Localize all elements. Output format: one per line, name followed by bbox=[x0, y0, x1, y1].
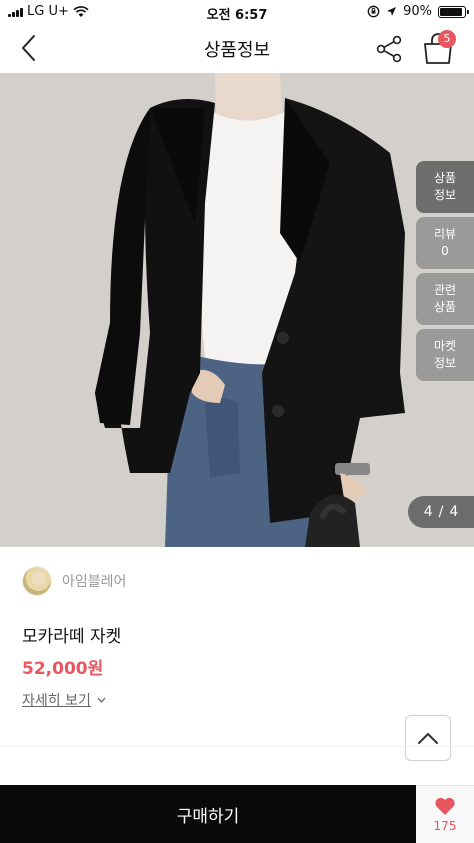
side-tab-menu: 상품 정보 리뷰 0 관련 상품 마켓 정보 bbox=[416, 161, 474, 385]
side-tab-label: 상품 bbox=[433, 171, 457, 185]
buy-button[interactable]: 구매하기 bbox=[0, 785, 416, 843]
battery-icon bbox=[438, 5, 469, 18]
seller-name: 아임블레어 bbox=[62, 574, 127, 590]
nav-bar: 상품정보 5 bbox=[0, 24, 474, 72]
side-tab-review-count: 0 bbox=[441, 244, 449, 258]
image-page-counter: 4 / 4 bbox=[408, 496, 474, 528]
cart-count-badge: 5 bbox=[438, 30, 456, 48]
like-count: 175 bbox=[433, 819, 457, 833]
side-tab-label: 정보 bbox=[433, 356, 457, 370]
seller-avatar bbox=[22, 566, 52, 596]
share-icon bbox=[376, 35, 402, 63]
status-bar: LG U+ 오전 6:57 90% bbox=[0, 0, 474, 24]
side-tab-reviews[interactable]: 리뷰 0 bbox=[416, 217, 474, 269]
chevron-down-icon bbox=[97, 697, 106, 703]
side-tab-label: 리뷰 bbox=[433, 227, 457, 241]
share-button[interactable] bbox=[372, 32, 406, 66]
location-arrow-icon bbox=[387, 7, 397, 16]
product-price: 52,000원 bbox=[22, 659, 104, 679]
page-counter-total: 4 bbox=[449, 504, 459, 520]
product-photo-illustration bbox=[0, 73, 474, 547]
view-details-link[interactable]: 자세히 보기 bbox=[22, 690, 106, 710]
side-tab-product-info[interactable]: 상품 정보 bbox=[416, 161, 474, 213]
side-tab-related-products[interactable]: 관련 상품 bbox=[416, 273, 474, 325]
view-details-label: 자세히 보기 bbox=[22, 693, 91, 709]
seller-info[interactable]: 아임블레어 bbox=[22, 566, 126, 596]
product-name: 모카라떼 자켓 bbox=[22, 627, 122, 647]
page-counter-separator: / bbox=[438, 504, 444, 520]
scroll-to-top-button[interactable] bbox=[405, 715, 451, 761]
chevron-up-icon bbox=[418, 733, 438, 744]
side-tab-market-info[interactable]: 마켓 정보 bbox=[416, 329, 474, 381]
back-chevron-icon bbox=[22, 35, 35, 61]
cart-button[interactable]: 5 bbox=[420, 30, 456, 66]
like-button[interactable]: 175 bbox=[416, 785, 474, 843]
back-button[interactable] bbox=[14, 32, 46, 64]
battery-percent: 90% bbox=[403, 4, 432, 19]
status-right: 90% bbox=[367, 4, 469, 19]
section-divider bbox=[0, 746, 474, 747]
orientation-lock-icon bbox=[367, 5, 380, 18]
side-tab-label: 상품 bbox=[433, 300, 457, 314]
page-counter-current: 4 bbox=[423, 504, 433, 520]
product-image[interactable]: 상품 정보 리뷰 0 관련 상품 마켓 정보 4 / 4 bbox=[0, 73, 474, 547]
heart-icon bbox=[435, 797, 455, 815]
side-tab-label: 마켓 bbox=[433, 339, 457, 353]
side-tab-label: 관련 bbox=[433, 283, 457, 297]
side-tab-label: 정보 bbox=[433, 188, 457, 202]
